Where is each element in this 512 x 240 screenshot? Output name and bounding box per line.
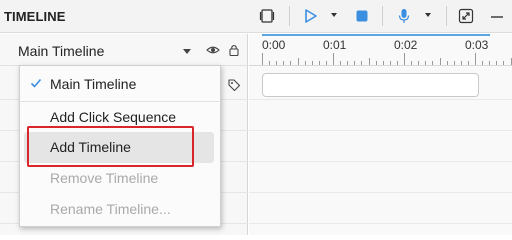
ruler-tick [489, 61, 491, 65]
ruler-tick [382, 61, 384, 65]
expand-icon[interactable] [455, 5, 477, 27]
frame-icon[interactable] [256, 5, 278, 27]
play-icon[interactable] [299, 5, 321, 27]
menu-item-label: Rename Timeline... [50, 201, 171, 217]
toolbar-separator [446, 6, 447, 26]
ruler-tick [340, 61, 342, 65]
ruler-tick [432, 61, 434, 65]
ruler-tick [269, 61, 271, 65]
play-options-chevron-down-icon[interactable] [331, 13, 337, 17]
ruler-tick [297, 58, 299, 65]
ruler-tick [439, 58, 441, 65]
ruler-tick [325, 61, 327, 65]
timeline-selector[interactable]: Main Timeline [0, 34, 248, 66]
stop-icon[interactable] [351, 5, 373, 27]
timeline-canvas[interactable]: 0:00 0:01 0:02 0:03 [249, 34, 512, 235]
ruler-tick [368, 58, 370, 65]
toolbar-separator [289, 6, 290, 26]
ruler-tick [510, 58, 512, 65]
ruler-tick [453, 61, 455, 65]
tag-icon[interactable] [227, 78, 241, 97]
ruler-tick [262, 53, 263, 65]
ruler-tick [496, 61, 498, 65]
ruler-tick [411, 61, 413, 65]
ruler-label: 0:03 [465, 38, 489, 52]
menu-item-label: Add Click Sequence [50, 109, 177, 125]
menu-item-rename-timeline: Rename Timeline... [20, 194, 220, 225]
grid-row-divider [249, 161, 512, 162]
ruler-tick [418, 61, 420, 65]
minimize-icon[interactable] [486, 5, 508, 27]
ruler-tick [404, 53, 405, 65]
ruler-tick [389, 61, 391, 65]
grid-row-divider [249, 192, 512, 193]
timeline-selector-label: Main Timeline [18, 43, 105, 59]
ruler-label: 0:01 [323, 38, 347, 52]
eye-icon[interactable] [206, 43, 220, 62]
ruler-label: 0:02 [394, 38, 418, 52]
playhead-range [262, 34, 490, 36]
highlight-annotation [27, 126, 194, 167]
time-ruler[interactable]: 0:00 0:01 0:02 0:03 [249, 34, 512, 66]
ruler-tick [304, 61, 306, 65]
ruler-tick [276, 61, 278, 65]
ruler-tick [290, 61, 292, 65]
ruler-tick [375, 61, 377, 65]
checkmark-icon [30, 78, 42, 88]
ruler-tick [425, 61, 427, 65]
ruler-tick [318, 61, 320, 65]
record-options-chevron-down-icon[interactable] [425, 13, 431, 17]
grid-row-divider [249, 223, 512, 224]
microphone-icon[interactable] [393, 5, 415, 27]
ruler-tick [311, 61, 313, 65]
menu-item-label: Main Timeline [50, 76, 137, 92]
ruler-tick [460, 61, 462, 65]
ruler-tick [396, 61, 398, 65]
grid-row-divider [249, 99, 512, 100]
ruler-tick [347, 61, 349, 65]
track-field[interactable] [262, 73, 479, 97]
menu-item-remove-timeline: Remove Timeline [20, 163, 220, 194]
grid-row-divider [249, 130, 512, 131]
menu-item-main-timeline[interactable]: Main Timeline [20, 69, 220, 100]
lock-icon[interactable] [228, 43, 240, 62]
ruler-tick [283, 61, 285, 65]
ruler-tick [467, 61, 469, 65]
menu-item-label: Remove Timeline [50, 170, 159, 186]
toolbar-separator [382, 6, 383, 26]
ruler-tick [475, 53, 476, 65]
ruler-label: 0:00 [262, 38, 286, 52]
ruler-tick [333, 53, 334, 65]
ruler-tick [361, 61, 363, 65]
ruler-tick [446, 61, 448, 65]
ruler-tick [482, 61, 484, 65]
timeline-header: TIMELINE [0, 0, 512, 33]
chevron-down-icon[interactable] [183, 49, 191, 54]
ruler-tick [354, 61, 356, 65]
panel-title: TIMELINE [4, 9, 66, 24]
ruler-tick [503, 61, 505, 65]
